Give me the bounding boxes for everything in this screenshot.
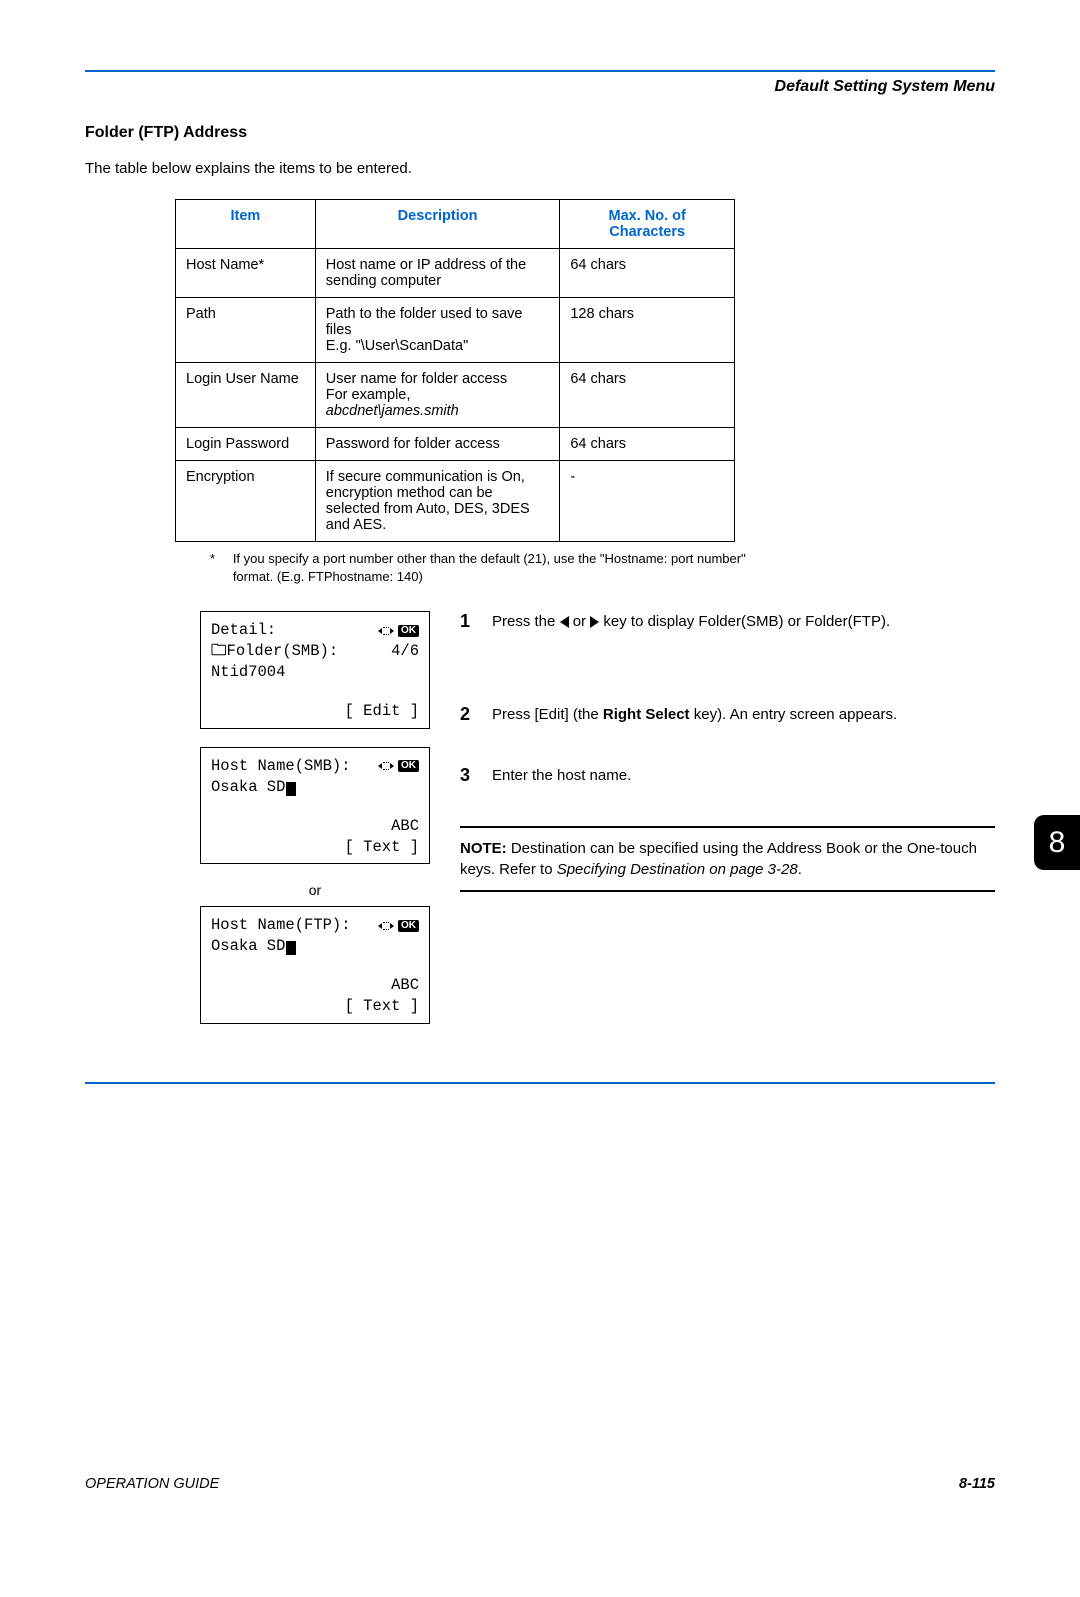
cell-desc: Password for folder access — [315, 428, 560, 461]
nav-arrows-icon — [378, 759, 394, 773]
cell-max: 64 chars — [560, 249, 735, 298]
th-description: Description — [315, 200, 560, 249]
cell-max: 64 chars — [560, 363, 735, 428]
lcd-input-mode: ABC — [211, 816, 419, 837]
note-ref: Specifying Destination on page 3-28 — [557, 861, 798, 878]
step-text: Press the — [492, 613, 560, 630]
table-row: Path Path to the folder used to save fil… — [176, 298, 735, 363]
footer-guide: OPERATION GUIDE — [85, 1476, 219, 1492]
cell-item: Login Password — [176, 428, 316, 461]
lcd-softkey-text[interactable]: [ Text ] — [211, 996, 419, 1017]
triangle-left-icon — [560, 616, 569, 628]
cell-item: Host Name* — [176, 249, 316, 298]
lcd-value: Ntid7004 — [211, 662, 419, 683]
lcd-softkey-edit[interactable]: [ Edit ] — [211, 701, 419, 722]
triangle-right-icon — [590, 616, 599, 628]
lcd-detail-screen: Detail: OK 🗀Folder(SMB): 4/6 Ntid7004 [ … — [200, 611, 430, 729]
step-text: Enter the host name. — [492, 765, 995, 786]
step-text: key). An entry screen appears. — [690, 706, 898, 723]
step-text-bold: Right Select — [603, 706, 690, 723]
note-box: NOTE: Destination can be specified using… — [460, 826, 995, 892]
cell-desc-italic: abcdnet\james.smith — [326, 403, 459, 419]
step-number: 1 — [460, 611, 478, 632]
intro-text: The table below explains the items to be… — [85, 160, 995, 177]
step-number: 2 — [460, 704, 478, 725]
cell-desc: If secure communication is On, encryptio… — [315, 461, 560, 542]
table-row: Login Password Password for folder acces… — [176, 428, 735, 461]
step-number: 3 — [460, 765, 478, 786]
lcd-pager: 4/6 — [391, 641, 419, 662]
lcd-input-value[interactable]: Osaka SD — [211, 937, 285, 955]
ok-icon: OK — [398, 760, 419, 772]
cursor-icon — [286, 941, 296, 955]
th-max: Max. No. of Characters — [560, 200, 735, 249]
lcd-title: Host Name(FTP): — [211, 915, 351, 936]
lcd-hostname-smb-screen: Host Name(SMB): OK Osaka SD ABC [ Text ] — [200, 747, 430, 865]
ok-icon: OK — [398, 625, 419, 637]
step-text: Press [Edit] (the — [492, 706, 603, 723]
cell-max: 128 chars — [560, 298, 735, 363]
step-text: key to display Folder(SMB) or Folder(FTP… — [599, 613, 890, 630]
step-1: 1 Press the or key to display Folder(SMB… — [460, 611, 995, 632]
footnote-mark: * — [210, 550, 233, 585]
th-item: Item — [176, 200, 316, 249]
table-footnote: * If you specify a port number other tha… — [210, 550, 770, 585]
breadcrumb: Default Setting System Menu — [85, 72, 995, 124]
note-label: NOTE: — [460, 840, 507, 857]
cell-max: - — [560, 461, 735, 542]
lcd-hostname-ftp-screen: Host Name(FTP): OK Osaka SD ABC [ Text ] — [200, 906, 430, 1024]
lcd-title: Detail: — [211, 620, 276, 641]
chapter-tab: 8 — [1034, 815, 1080, 870]
lcd-input-mode: ABC — [211, 975, 419, 996]
step-3: 3 Enter the host name. — [460, 765, 995, 786]
cell-desc: Path to the folder used to save files E.… — [315, 298, 560, 363]
cell-max: 64 chars — [560, 428, 735, 461]
cell-item: Login User Name — [176, 363, 316, 428]
lcd-label: Folder(SMB): — [227, 642, 339, 660]
cell-desc-main: User name for folder access For example, — [326, 371, 507, 403]
footer-page-number: 8-115 — [959, 1476, 995, 1492]
step-2: 2 Press [Edit] (the Right Select key). A… — [460, 704, 995, 725]
section-heading: Folder (FTP) Address — [85, 124, 995, 142]
nav-arrows-icon — [378, 919, 394, 933]
table-row: Encryption If secure communication is On… — [176, 461, 735, 542]
table-row: Login User Name User name for folder acc… — [176, 363, 735, 428]
cell-item: Encryption — [176, 461, 316, 542]
cursor-icon — [286, 782, 296, 796]
note-tail: . — [798, 861, 802, 878]
cell-desc: User name for folder access For example,… — [315, 363, 560, 428]
step-text: or — [569, 613, 591, 630]
footnote-text: If you specify a port number other than … — [233, 550, 770, 585]
items-table: Item Description Max. No. of Characters … — [175, 199, 735, 542]
folder-icon: 🗀 — [211, 642, 227, 660]
nav-arrows-icon — [378, 624, 394, 638]
lcd-title: Host Name(SMB): — [211, 756, 351, 777]
lcd-softkey-text[interactable]: [ Text ] — [211, 837, 419, 858]
lcd-input-value[interactable]: Osaka SD — [211, 778, 285, 796]
cell-desc: Host name or IP address of the sending c… — [315, 249, 560, 298]
cell-item: Path — [176, 298, 316, 363]
or-label: or — [200, 882, 430, 898]
ok-icon: OK — [398, 920, 419, 932]
table-row: Host Name* Host name or IP address of th… — [176, 249, 735, 298]
